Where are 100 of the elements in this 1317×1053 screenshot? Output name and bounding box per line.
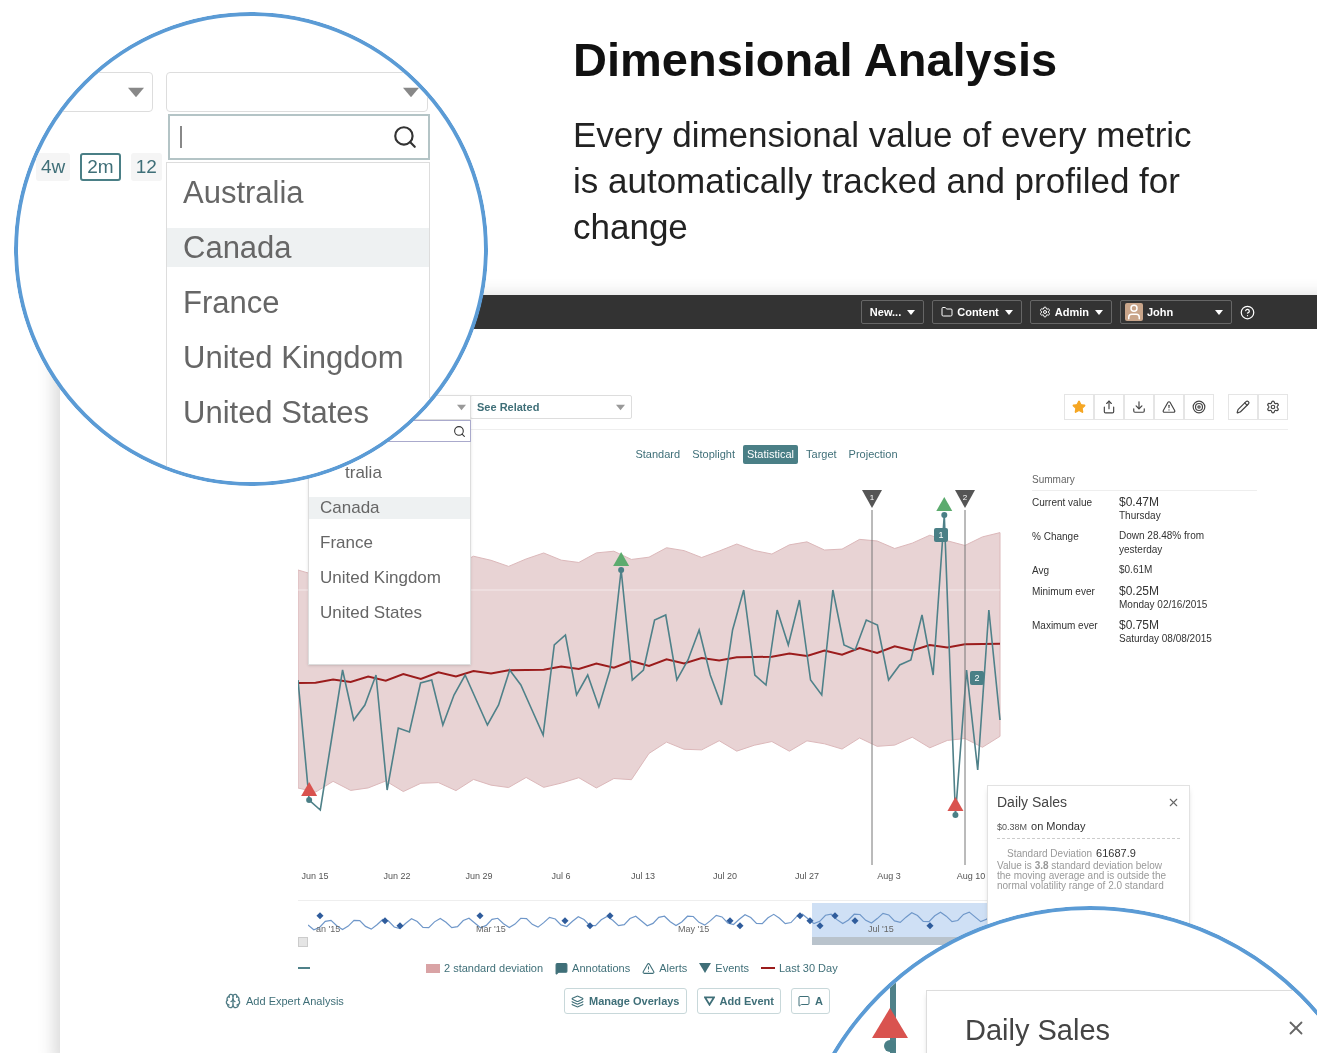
country-option[interactable]: Canada (309, 497, 470, 519)
view-tab[interactable]: Projection (844, 445, 902, 464)
time-range-button[interactable]: 12 (130, 153, 162, 181)
legend-label[interactable]: Alerts (659, 959, 688, 977)
expert-analysis-link[interactable]: Add Expert Analysis (246, 992, 564, 1010)
caret-icon (128, 85, 144, 99)
menu-button[interactable]: Admin (1029, 300, 1112, 324)
summary-label: Avg (1032, 564, 1051, 578)
view-tab[interactable]: Standard (631, 445, 685, 464)
summary-value: $0.61M (1119, 563, 1154, 577)
toolbar-button[interactable] (1124, 394, 1154, 420)
annotation-badge[interactable] (970, 671, 984, 685)
summary-label: % Change (1032, 530, 1080, 544)
alert-marker-icon[interactable] (613, 552, 630, 573)
summary-value: $0.25M (1119, 584, 1161, 598)
download-icon (1132, 400, 1146, 414)
legend-label[interactable]: Annotations (572, 959, 631, 977)
menu-button[interactable]: Content (932, 300, 1022, 324)
caret-icon (616, 403, 625, 411)
country-option[interactable]: United Kingdom (309, 567, 470, 589)
toolbar-button[interactable] (1258, 394, 1288, 420)
axis-label: Aug 3 (877, 871, 901, 881)
avatar-icon (1125, 303, 1143, 321)
toolbar-button[interactable] (1094, 394, 1124, 420)
event-flag-icon[interactable] (862, 490, 882, 508)
view-tab[interactable]: Stoplight (688, 445, 739, 464)
country-option[interactable]: United States (309, 602, 470, 624)
annotation-number: 2 (974, 673, 980, 683)
toolbar-button[interactable] (1228, 394, 1258, 420)
tooltip-text: Value is 3.8 standard deviation below the moving average and is outside the normal volatility range of 2.0 standard (997, 861, 1167, 891)
caret-icon (1095, 309, 1103, 315)
target-icon (1192, 400, 1206, 414)
axis-label: Jul 20 (713, 871, 737, 881)
alert-marker-icon[interactable] (936, 497, 953, 518)
pencil-icon (1236, 400, 1250, 414)
band-swatch-icon (426, 963, 440, 973)
footer-button[interactable]: Add Event (696, 988, 781, 1014)
axis-label: Jun 22 (383, 871, 411, 881)
footer-button[interactable]: A (790, 988, 830, 1014)
page-title: Dimensional Analysis (573, 32, 1059, 88)
toolbar-button[interactable] (1184, 394, 1214, 420)
search-field[interactable] (168, 114, 430, 160)
legend-label[interactable]: 2 standard deviation (444, 959, 544, 977)
menu-button[interactable]: New... (860, 300, 925, 324)
navigator-label: May '15 (678, 923, 710, 936)
search-icon (453, 424, 466, 438)
summary-value: $0.47M (1119, 495, 1161, 509)
folder-icon (941, 306, 954, 318)
caret-icon (457, 404, 466, 411)
country-option[interactable]: France (309, 532, 470, 554)
time-range-button[interactable]: 4w (36, 153, 71, 181)
navigator-label: Mar '15 (476, 923, 506, 936)
view-tab[interactable]: Statistical (742, 445, 798, 464)
caret-icon (1215, 309, 1223, 315)
line-swatch-icon (760, 967, 775, 969)
layers-icon (571, 994, 584, 1008)
country-option[interactable]: United Kingdom (167, 338, 429, 377)
time-range-button[interactable]: 2m (80, 153, 121, 181)
share-icon (1102, 400, 1116, 414)
star-icon (1072, 400, 1086, 414)
alert-marker-icon[interactable] (301, 782, 318, 803)
footer-button[interactable]: Manage Overlays (564, 988, 687, 1014)
view-tab[interactable]: Target (802, 445, 841, 464)
event-number: 2 (962, 493, 968, 502)
page-description: Every dimensional value of every metric is automatically tracked and profiled for change (573, 114, 1193, 248)
tooltip-title: Daily Sales (965, 1013, 1111, 1048)
text-cursor-icon (180, 126, 182, 148)
navigator-label: an '15 (316, 923, 341, 936)
summary-detail: Thursday (1119, 509, 1162, 523)
event-icon (703, 996, 715, 1006)
alert-marker-icon[interactable] (947, 797, 964, 818)
summary-title: Summary (1032, 472, 1257, 491)
tooltip-day: on Monday (1031, 818, 1086, 835)
event-number: 1 (869, 493, 875, 502)
event-icon (699, 963, 712, 973)
country-option[interactable]: France (167, 283, 429, 322)
summary-value: $0.75M (1119, 618, 1161, 632)
stat-label: Standard Deviation (1007, 846, 1093, 861)
caret-icon (907, 309, 916, 315)
annotation-badge[interactable] (934, 528, 948, 542)
summary-label: Current value (1032, 496, 1094, 510)
help-icon[interactable] (1240, 304, 1255, 320)
country-option[interactable]: Canada (167, 228, 429, 267)
close-icon[interactable] (1167, 796, 1180, 809)
legend-label[interactable]: Events (715, 959, 749, 977)
country-option[interactable]: United States (167, 393, 429, 432)
summary-detail: Saturday 08/08/2015 (1119, 632, 1213, 646)
country-option[interactable]: Australia (167, 173, 429, 212)
event-flag-icon[interactable] (955, 490, 975, 508)
summary-value: Down 28.48% from yesterday (1119, 529, 1206, 557)
navigator-label: Jul '15 (868, 923, 894, 936)
annotation-number: 1 (938, 530, 944, 540)
stat-value: 61687.9 (1096, 845, 1136, 861)
axis-label: Jun 29 (465, 871, 493, 881)
axis-label: Jul 27 (795, 871, 819, 881)
toolbar-button[interactable] (1154, 394, 1184, 420)
menu-button[interactable]: John (1120, 300, 1232, 324)
axis-label: Jul 6 (551, 871, 571, 881)
axis-label: Jun 15 (301, 871, 329, 881)
annotation-icon (555, 961, 569, 975)
